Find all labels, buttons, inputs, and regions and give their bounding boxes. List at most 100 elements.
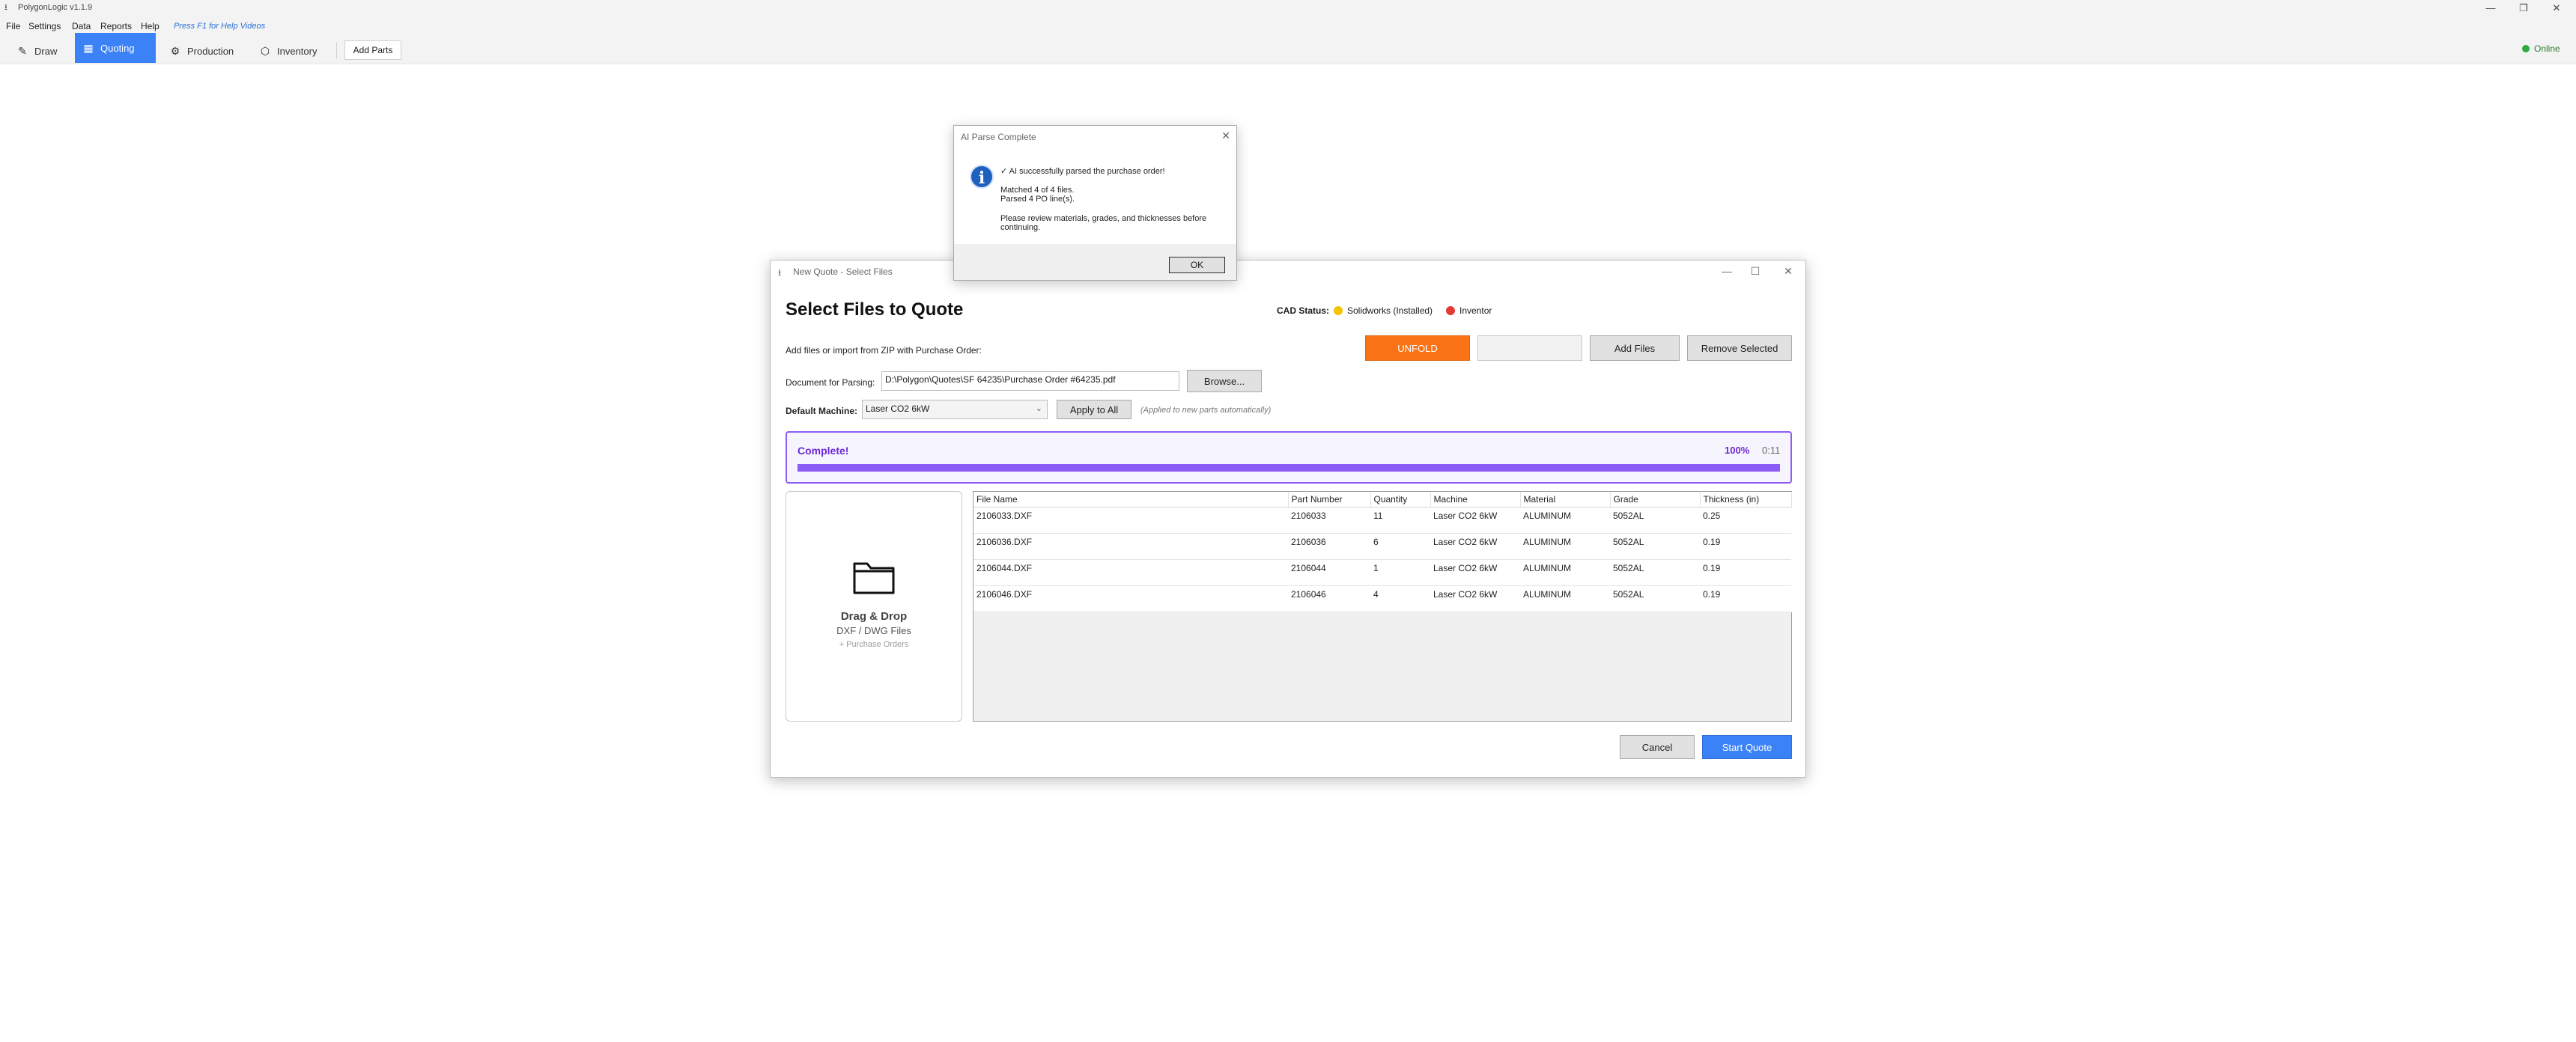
remove-selected-button[interactable]: Remove Selected (1687, 335, 1792, 361)
default-machine-select[interactable]: Laser CO2 6kW ⌄ (862, 400, 1048, 419)
add-parts-button[interactable]: Add Parts (344, 40, 401, 60)
table-row[interactable]: 2106033.DXF 2106033 11 Laser CO2 6kW ALU… (973, 507, 1791, 534)
window-maximize-button[interactable]: ❐ (2509, 1, 2539, 15)
apply-to-all-button[interactable]: Apply to All (1057, 400, 1131, 419)
connection-status: Online (2522, 43, 2560, 54)
cell-quantity[interactable]: 6 (1370, 533, 1430, 560)
menu-data[interactable]: Data (72, 21, 91, 31)
drop-zone-extra: + Purchase Orders (839, 640, 909, 649)
add-files-instruction: Add files or import from ZIP with Purcha… (786, 345, 982, 356)
table-row[interactable]: 2106046.DXF 2106046 4 Laser CO2 6kW ALUM… (973, 585, 1791, 612)
column-header[interactable]: Machine (1430, 492, 1521, 508)
close-icon[interactable]: ✕ (1221, 130, 1230, 142)
tab-quoting-label: Quoting (100, 42, 135, 54)
column-header[interactable]: File Name (973, 492, 1289, 508)
app-logo-icon: ⭳ (4, 3, 7, 12)
cell-file-name: 2106033.DXF (973, 507, 1288, 534)
file-drop-zone[interactable]: Drag & Drop DXF / DWG Files + Purchase O… (786, 491, 962, 722)
status-dot-icon (1446, 306, 1455, 315)
window-close-button[interactable]: ✕ (2542, 1, 2572, 15)
column-header[interactable]: Grade (1610, 492, 1701, 508)
cell-quantity[interactable]: 1 (1370, 559, 1430, 586)
cell-file-name: 2106036.DXF (973, 533, 1288, 560)
cell-grade[interactable]: 5052AL (1610, 585, 1700, 612)
calculator-icon: ▦ (83, 41, 94, 54)
gear-icon: ⚙ (170, 44, 180, 57)
column-header[interactable]: Thickness (in) (1700, 492, 1792, 508)
cell-thickness[interactable]: 0.25 (1700, 507, 1791, 534)
cell-material[interactable]: ALUMINUM (1520, 559, 1610, 586)
window-minimize-button[interactable]: — (2476, 1, 2506, 15)
new-quote-dialog: ⭳ New Quote - Select Files — ☐ ✕ Select … (770, 260, 1806, 778)
column-header[interactable]: Material (1520, 492, 1611, 508)
cad-inventor-label: Inventor (1459, 305, 1492, 316)
unfold-button[interactable]: UNFOLD (1365, 335, 1470, 361)
menu-settings[interactable]: Settings (28, 21, 61, 31)
menu-reports[interactable]: Reports (100, 21, 132, 31)
box-icon: ⬡ (260, 44, 270, 57)
dialog-close-button[interactable]: ✕ (1777, 264, 1799, 278)
app-titlebar: ⭳ PolygonLogic v1.1.9 — ❐ ✕ (0, 0, 2576, 16)
dialog-minimize-button[interactable]: — (1716, 264, 1738, 278)
cell-material[interactable]: ALUMINUM (1520, 533, 1610, 560)
column-header[interactable]: Quantity (1370, 492, 1431, 508)
tab-inventory[interactable]: ⬡ Inventory (252, 39, 324, 63)
cell-grade[interactable]: 5052AL (1610, 533, 1700, 560)
ai-parse-message-line: Parsed 4 PO line(s). (1000, 195, 1075, 204)
folder-icon (853, 562, 895, 594)
cell-thickness[interactable]: 0.19 (1700, 585, 1791, 612)
machine-hint: (Applied to new parts automatically) (1140, 406, 1272, 415)
cell-grade[interactable]: 5052AL (1610, 559, 1700, 586)
cell-grade[interactable]: 5052AL (1610, 507, 1700, 534)
table-row[interactable]: 2106036.DXF 2106036 6 Laser CO2 6kW ALUM… (973, 533, 1791, 560)
menu-bar: File Settings Data Reports Help Press F1… (0, 16, 2576, 36)
dialog-title: New Quote - Select Files (793, 266, 893, 277)
menu-file[interactable]: File (6, 21, 20, 31)
default-machine-value: Laser CO2 6kW (866, 403, 930, 414)
progress-panel: Complete! 100% 0:11 (786, 431, 1792, 484)
status-dot-icon (1334, 306, 1343, 315)
cancel-button[interactable]: Cancel (1620, 735, 1695, 759)
ai-parse-body: i ✓ AI successfully parsed the purchase … (954, 147, 1236, 244)
tab-draw[interactable]: ✎ Draw (9, 39, 64, 63)
cell-part-number: 2106046 (1288, 585, 1370, 612)
help-videos-hint: Press F1 for Help Videos (174, 22, 266, 31)
tab-quoting[interactable]: ▦ Quoting (75, 33, 156, 63)
table-row[interactable]: 2106044.DXF 2106044 1 Laser CO2 6kW ALUM… (973, 559, 1791, 586)
cell-machine[interactable]: Laser CO2 6kW (1430, 533, 1520, 560)
cell-machine[interactable]: Laser CO2 6kW (1430, 559, 1520, 586)
cell-part-number: 2106036 (1288, 533, 1370, 560)
document-path-field[interactable]: D:\Polygon\Quotes\SF 64235\Purchase Orde… (881, 371, 1179, 391)
cell-thickness[interactable]: 0.19 (1700, 533, 1791, 560)
cell-quantity[interactable]: 11 (1370, 507, 1430, 534)
cell-machine[interactable]: Laser CO2 6kW (1430, 507, 1520, 534)
cad-status-inventor: Inventor (1446, 305, 1492, 316)
start-quote-button[interactable]: Start Quote (1702, 735, 1792, 759)
blank-button[interactable] (1477, 335, 1582, 361)
cell-file-name: 2106046.DXF (973, 585, 1288, 612)
cell-part-number: 2106033 (1288, 507, 1370, 534)
cell-material[interactable]: ALUMINUM (1520, 585, 1610, 612)
dialog-maximize-button[interactable]: ☐ (1744, 264, 1767, 278)
ai-parse-dialog: AI Parse Complete ✕ i ✓ AI successfully … (953, 125, 1237, 281)
cell-material[interactable]: ALUMINUM (1520, 507, 1610, 534)
browse-button[interactable]: Browse... (1187, 370, 1262, 392)
info-icon: i (970, 165, 994, 189)
cad-status-label: CAD Status: (1277, 305, 1330, 316)
ok-button[interactable]: OK (1169, 257, 1225, 273)
ai-parse-message-line: continuing. (1000, 223, 1041, 232)
app-title: PolygonLogic v1.1.9 (18, 3, 93, 12)
add-files-button[interactable]: Add Files (1590, 335, 1680, 361)
default-machine-label: Default Machine: (786, 406, 858, 416)
cell-thickness[interactable]: 0.19 (1700, 559, 1791, 586)
menu-help[interactable]: Help (141, 21, 160, 31)
files-table: File Name Part Number Quantity Machine M… (973, 491, 1792, 722)
column-header[interactable]: Part Number (1288, 492, 1371, 508)
tab-production[interactable]: ⚙ Production (162, 39, 241, 63)
cell-quantity[interactable]: 4 (1370, 585, 1430, 612)
cell-machine[interactable]: Laser CO2 6kW (1430, 585, 1520, 612)
cad-solidworks-label: Solidworks (Installed) (1347, 305, 1433, 316)
progress-status: Complete! (798, 445, 849, 457)
cad-status-solidworks: Solidworks (Installed) (1334, 305, 1433, 316)
ai-parse-message-line: Please review materials, grades, and thi… (1000, 214, 1207, 223)
